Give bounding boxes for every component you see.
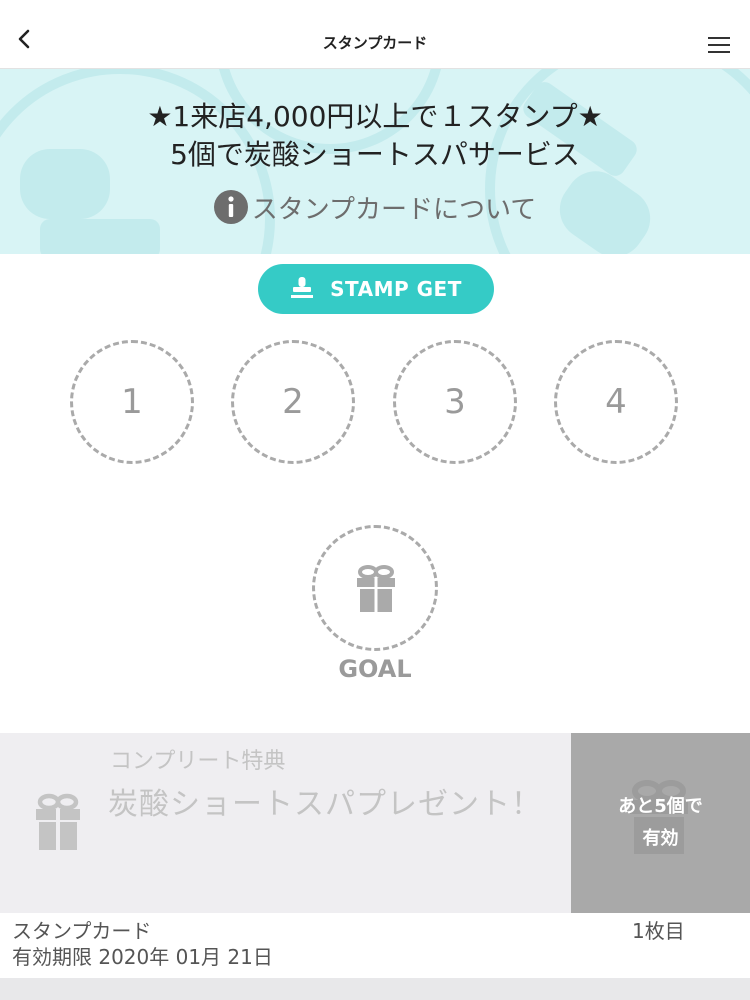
remaining-line-1: あと5個で	[618, 796, 703, 817]
card-type-label: スタンプカード	[12, 919, 152, 943]
gift-icon	[36, 793, 80, 850]
about-link-label: スタンプカードについて	[251, 195, 537, 225]
reward-subtitle: コンプリート特典	[110, 749, 286, 774]
remaining-stamps-box: あと5個で 有効	[571, 733, 750, 913]
goal-slot	[312, 525, 438, 651]
bottom-divider	[0, 978, 750, 1000]
stamp-card-screen: スタンプカード ★1来店4,000円以上で１スタンプ★ 5個で炭酸ショートスパサ…	[0, 0, 750, 1000]
stamp-slot-1: 1	[70, 340, 194, 464]
page-title: スタンプカード	[322, 34, 428, 52]
card-count: 1枚目	[632, 919, 685, 943]
header-bar: スタンプカード	[0, 0, 750, 69]
remaining-stamps-text: あと5個で 有効	[571, 791, 750, 855]
campaign-banner: ★1来店4,000円以上で１スタンプ★ 5個で炭酸ショートスパサービス スタンプ…	[0, 69, 750, 254]
complete-reward-panel: コンプリート特典 炭酸ショートスパプレゼント！ あと5個で 有効	[0, 733, 750, 913]
remaining-line-2: 有効	[642, 828, 679, 849]
card-info-footer: スタンプカード 有効期限 2020年 01月 21日 1枚目	[0, 913, 750, 978]
goal-label: GOAL	[338, 655, 412, 683]
info-icon	[213, 190, 248, 224]
banner-headline: ★1来店4,000円以上で１スタンプ★	[147, 100, 603, 133]
gift-icon	[357, 565, 395, 612]
expiry-date: 有効期限 2020年 01月 21日	[12, 945, 273, 969]
hamburger-menu-icon[interactable]	[708, 36, 730, 54]
stamp-slot-3: 3	[393, 340, 517, 464]
stamp-icon	[291, 277, 314, 298]
about-stamp-card-link[interactable]: スタンプカードについて	[0, 190, 750, 228]
stamp-slot-2: 2	[231, 340, 355, 464]
stamp-slot-4: 4	[554, 340, 678, 464]
stamp-get-label: STAMP GET	[330, 277, 462, 301]
reward-name: 炭酸ショートスパプレゼント！	[108, 787, 542, 822]
stamp-get-button[interactable]: STAMP GET	[258, 264, 494, 314]
banner-subheadline: 5個で炭酸ショートスパサービス	[170, 138, 580, 171]
